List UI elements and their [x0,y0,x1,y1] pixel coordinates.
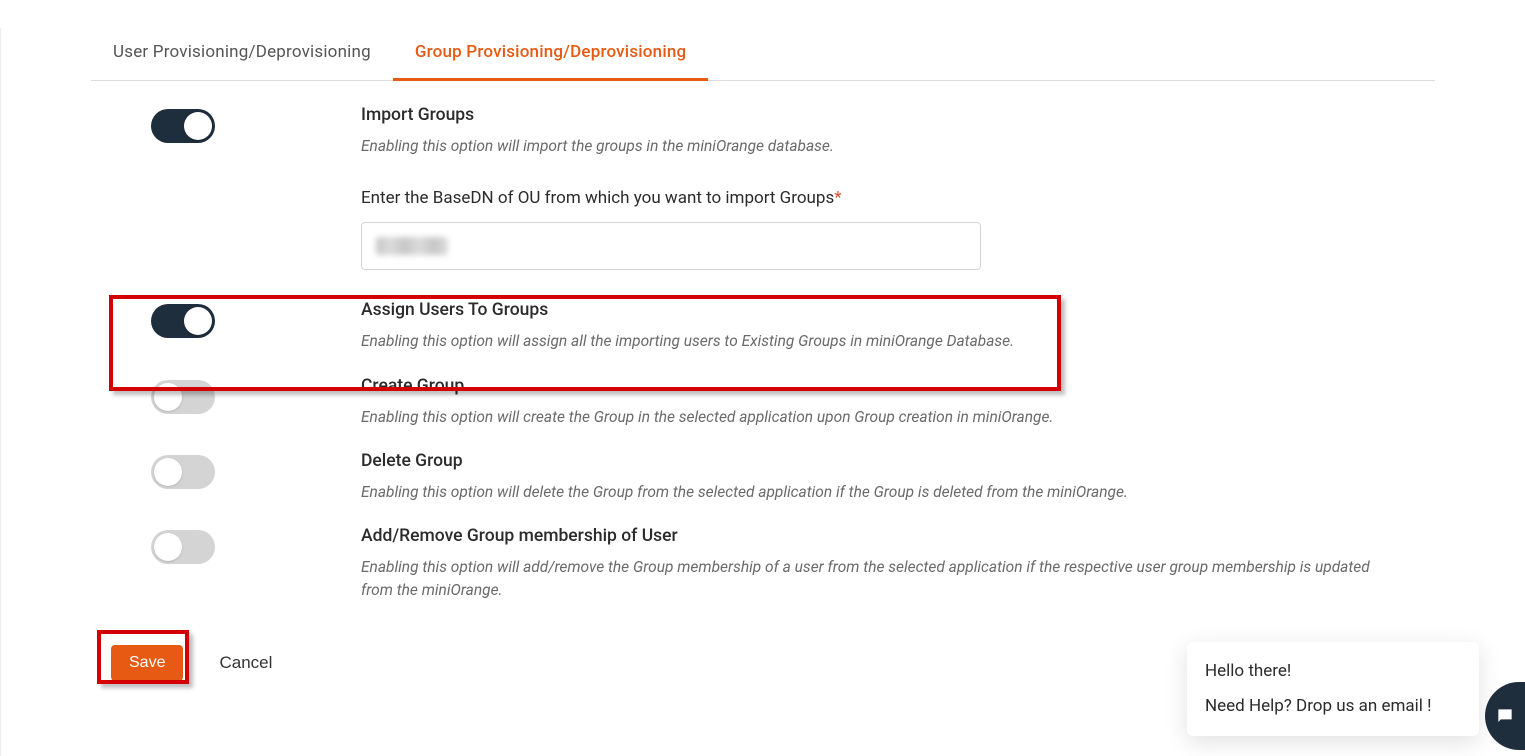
basedn-label: Enter the BaseDN of OU from which you wa… [361,188,1375,208]
section-delete-group: Delete Group Enabling this option will d… [91,429,1435,504]
import-groups-desc: Enabling this option will import the gro… [361,135,1375,158]
toggle-create-group[interactable] [151,380,215,414]
toggle-assign-users[interactable] [151,304,215,338]
chat-popup[interactable]: Hello there! Need Help? Drop us an email… [1187,642,1479,736]
section-membership: Add/Remove Group membership of User Enab… [91,504,1435,603]
tabs: User Provisioning/Deprovisioning Group P… [91,28,1435,81]
assign-users-desc: Enabling this option will assign all the… [361,330,1375,353]
membership-desc: Enabling this option will add/remove the… [361,556,1375,603]
delete-group-title: Delete Group [361,451,1375,471]
toggle-import-groups[interactable] [151,109,215,143]
membership-title: Add/Remove Group membership of User [361,526,1375,546]
basedn-value-blurred [376,237,448,255]
tab-group-provisioning[interactable]: Group Provisioning/Deprovisioning [393,28,709,81]
save-button[interactable]: Save [111,645,183,681]
toggle-membership[interactable] [151,530,215,564]
create-group-title: Create Group [361,376,1375,396]
chat-line-1: Hello there! [1205,658,1461,685]
import-groups-title: Import Groups [361,105,1375,125]
tab-user-provisioning[interactable]: User Provisioning/Deprovisioning [91,28,393,81]
delete-group-desc: Enabling this option will delete the Gro… [361,481,1375,504]
cancel-button[interactable]: Cancel [213,652,278,674]
toggle-delete-group[interactable] [151,455,215,489]
section-import-groups: Import Groups Enabling this option will … [91,81,1435,270]
section-create-group: Create Group Enabling this option will c… [91,354,1435,429]
assign-users-title: Assign Users To Groups [361,300,1375,320]
section-assign-users: Assign Users To Groups Enabling this opt… [91,270,1435,353]
create-group-desc: Enabling this option will create the Gro… [361,406,1375,429]
basedn-input[interactable] [361,222,981,270]
chat-icon [1495,706,1515,726]
chat-line-2: Need Help? Drop us an email ! [1205,693,1461,720]
